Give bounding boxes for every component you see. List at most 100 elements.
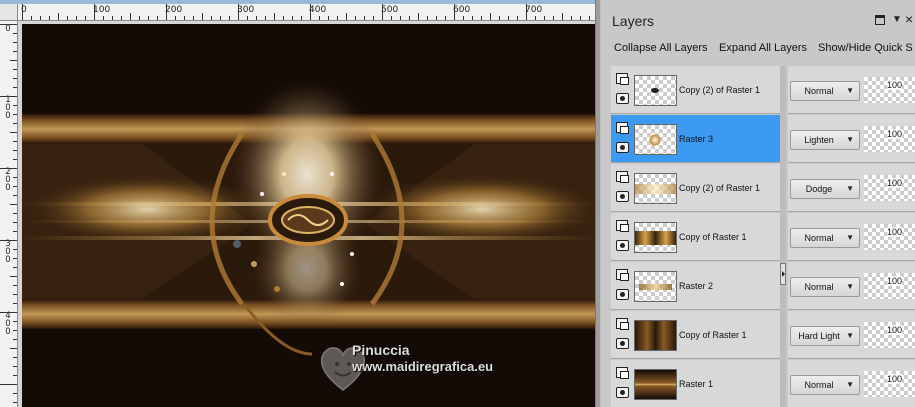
vruler-tick (10, 60, 17, 61)
vruler-tick (13, 402, 17, 403)
blend-mode-select[interactable]: Normal ▼ (790, 277, 860, 297)
layer-row[interactable]: Copy of Raster 1 Hard Light ▼ 100 (611, 311, 915, 360)
layer-thumbnail (634, 369, 677, 400)
opacity-field[interactable]: 100 (864, 371, 915, 397)
visibility-eye-icon[interactable] (616, 338, 629, 349)
expand-all-layers-button[interactable]: Expand All Layers (719, 42, 807, 54)
ruler-tick (328, 16, 329, 20)
vruler-tick (13, 366, 17, 367)
opacity-field[interactable]: 100 (864, 322, 915, 348)
layer-group-icon[interactable] (616, 269, 629, 281)
show-hide-quick-button[interactable]: Show/Hide Quick S (818, 42, 913, 54)
layer-group-icon[interactable] (616, 73, 629, 85)
ruler-corner (0, 4, 18, 21)
vruler-label-0: 0 (5, 24, 11, 34)
chevron-down-icon[interactable]: ▼ (892, 14, 902, 25)
layer-row[interactable]: Raster 1 Normal ▼ 100 (611, 360, 915, 407)
artwork-image[interactable]: Pinuccia www.maidiregrafica.eu (22, 24, 595, 407)
vruler-tick (13, 339, 17, 340)
ruler-tick (427, 16, 428, 20)
layer-thumbnail (634, 320, 677, 351)
blend-mode-select[interactable]: Dodge ▼ (790, 179, 860, 199)
ruler-tick (247, 16, 248, 20)
vruler-tick (13, 141, 17, 142)
layer-info[interactable]: Copy (2) of Raster 1 (611, 164, 780, 212)
ruler-tick (139, 16, 140, 20)
layer-group-icon[interactable] (616, 171, 629, 183)
blend-mode-select[interactable]: Normal ▼ (790, 375, 860, 395)
blend-mode-select[interactable]: Lighten ▼ (790, 130, 860, 150)
layer-row[interactable]: Copy (2) of Raster 1 Normal ▼ 100 (611, 66, 915, 115)
close-button[interactable]: × (905, 11, 913, 27)
layer-row[interactable]: Raster 2 Normal ▼ 100 (611, 262, 915, 311)
layer-row-selected[interactable]: Raster 3 Lighten ▼ 100 (611, 115, 915, 164)
vruler-tick (13, 231, 17, 232)
vruler-tick (13, 258, 17, 259)
layer-info[interactable]: Copy of Raster 1 (611, 311, 780, 359)
layer-row[interactable]: Copy (2) of Raster 1 Dodge ▼ 100 (611, 164, 915, 213)
layer-info[interactable]: Raster 1 (611, 360, 780, 407)
blend-mode-value: Normal (804, 233, 834, 243)
visibility-eye-icon[interactable] (616, 289, 629, 300)
ruler-tick (121, 16, 122, 20)
chevron-down-icon: ▼ (846, 233, 854, 242)
blend-mode-select[interactable]: Normal ▼ (790, 228, 860, 248)
ruler-label-100: 100 (93, 5, 111, 15)
vruler-tick (13, 42, 17, 43)
layer-properties: Hard Light ▼ 100 (788, 311, 915, 359)
ruler-tick (382, 4, 383, 20)
palette-title: Layers (612, 13, 655, 29)
layer-info[interactable]: Copy (2) of Raster 1 (611, 66, 780, 114)
ruler-tick (202, 13, 203, 20)
ruler-tick (184, 16, 185, 20)
visibility-eye-icon[interactable] (616, 93, 629, 104)
layers-palette: Layers ▼ × Collapse All Layers Expand Al… (601, 0, 915, 407)
layer-info[interactable]: Raster 3 (611, 115, 780, 163)
visibility-eye-icon[interactable] (616, 387, 629, 398)
blend-mode-select[interactable]: Hard Light ▼ (790, 326, 860, 346)
ruler-tick (103, 16, 104, 20)
layer-name: Raster 1 (679, 379, 714, 389)
ruler-tick (157, 16, 158, 20)
opacity-value: 100 (887, 374, 903, 384)
layer-list-scrollbar[interactable] (780, 66, 786, 407)
layer-group-icon[interactable] (616, 220, 629, 232)
ruler-tick (112, 16, 113, 20)
vruler-tick (10, 348, 17, 349)
chevron-down-icon: ▼ (846, 282, 854, 291)
opacity-field[interactable]: 100 (864, 175, 915, 201)
visibility-eye-icon[interactable] (616, 142, 629, 153)
blend-mode-value: Normal (804, 282, 834, 292)
vruler-tick (13, 69, 17, 70)
layer-group-icon[interactable] (616, 122, 629, 134)
ruler-label-300: 300 (237, 5, 255, 15)
vruler-tick (13, 87, 17, 88)
visibility-eye-icon[interactable] (616, 240, 629, 251)
opacity-field[interactable]: 100 (864, 224, 915, 250)
layer-group-icon[interactable] (616, 318, 629, 330)
collapse-all-layers-button[interactable]: Collapse All Layers (614, 42, 708, 54)
layer-thumbnail (634, 124, 677, 155)
ruler-tick (85, 16, 86, 20)
restore-button[interactable] (875, 15, 885, 25)
layer-info[interactable]: Copy of Raster 1 (611, 213, 780, 261)
layer-properties: Normal ▼ 100 (788, 66, 915, 114)
opacity-field[interactable]: 100 (864, 273, 915, 299)
vruler-tick (0, 384, 17, 385)
vruler-tick (13, 114, 17, 115)
layer-info[interactable]: Raster 2 (611, 262, 780, 310)
opacity-field[interactable]: 100 (864, 126, 915, 152)
chevron-down-icon: ▼ (846, 331, 854, 340)
visibility-eye-icon[interactable] (616, 191, 629, 202)
vruler-tick (13, 249, 17, 250)
layer-row[interactable]: Copy of Raster 1 Normal ▼ 100 (611, 213, 915, 262)
blend-mode-value: Normal (804, 86, 834, 96)
opacity-value: 100 (887, 325, 903, 335)
opacity-field[interactable]: 100 (864, 77, 915, 103)
vruler-tick (13, 78, 17, 79)
blend-mode-select[interactable]: Normal ▼ (790, 81, 860, 101)
layer-group-icon[interactable] (616, 367, 629, 379)
vruler-tick (0, 240, 17, 241)
palette-splitter-handle[interactable] (780, 263, 786, 285)
vruler-tick (13, 330, 17, 331)
